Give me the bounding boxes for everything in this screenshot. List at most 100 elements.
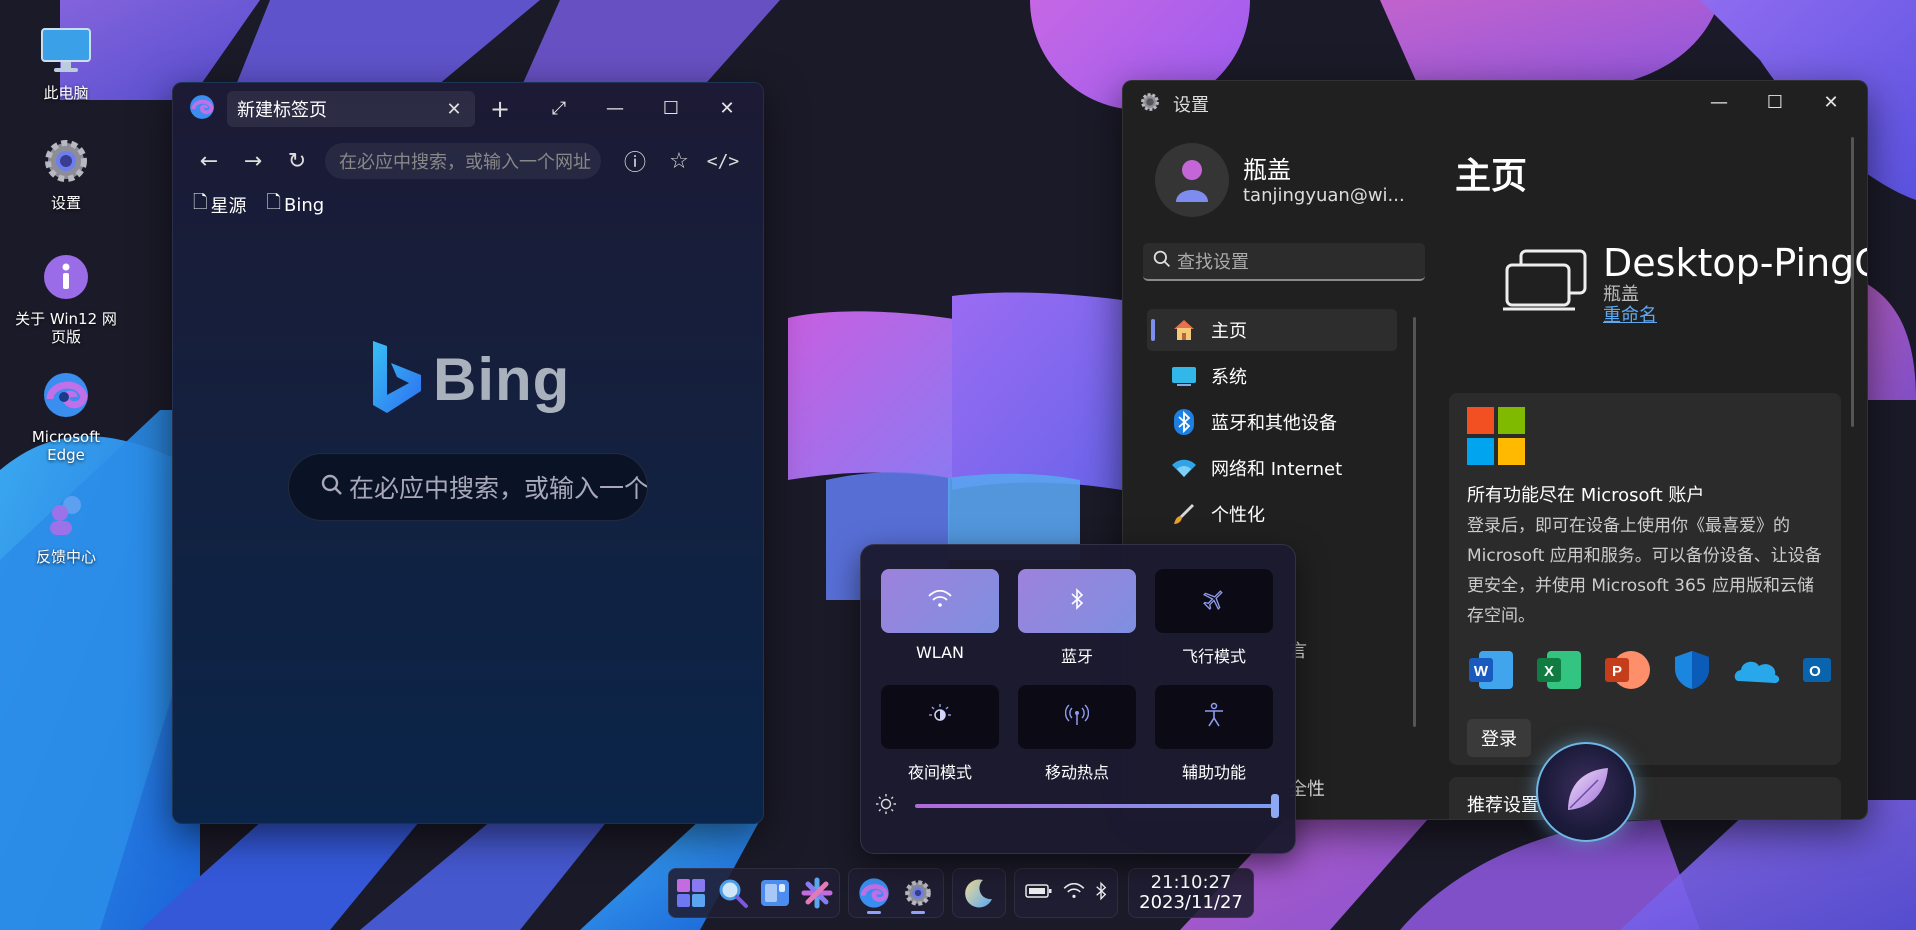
quick-tile-label: WLAN bbox=[915, 643, 964, 662]
nav-item-system[interactable]: 系统 bbox=[1147, 355, 1397, 397]
favorite-link[interactable]: 🗋 星源 bbox=[193, 190, 246, 220]
quick-tile-accessibility: 辅助功能 bbox=[1155, 685, 1273, 783]
bing-wordmark: Bing bbox=[433, 345, 571, 413]
bing-search-box[interactable]: 在必应中搜索，或输入一个网址 bbox=[288, 453, 648, 521]
new-tab-button[interactable]: + bbox=[487, 95, 513, 123]
taskbar-group-apps bbox=[848, 868, 944, 918]
taskbar-group-theme bbox=[952, 868, 1006, 918]
settings-search-input[interactable]: 查找设置 bbox=[1143, 243, 1425, 281]
recommended-settings-card[interactable]: 推荐设置 bbox=[1449, 777, 1841, 819]
taskbar-edge-icon[interactable] bbox=[854, 873, 894, 914]
minimize-button[interactable]: — bbox=[1691, 87, 1747, 117]
quick-settings-panel: WLAN 蓝牙 飞行模式 夜间模式 移动热点 辅助功能 bbox=[860, 544, 1296, 854]
excel-icon: X bbox=[1535, 649, 1583, 695]
nav-item-bluetooth[interactable]: 蓝牙和其他设备 bbox=[1147, 401, 1397, 443]
avatar bbox=[1155, 143, 1229, 217]
desktop-icon-feedback[interactable]: 反馈中心 bbox=[14, 488, 118, 566]
desktop-icon-label: 此电脑 bbox=[43, 84, 89, 102]
search-icon[interactable] bbox=[713, 873, 753, 913]
desktop-icon-label: 反馈中心 bbox=[35, 548, 96, 566]
mobile-hotspot-toggle[interactable] bbox=[1018, 685, 1136, 749]
assistant-orb[interactable] bbox=[1536, 742, 1636, 842]
page-icon: 🗋 bbox=[266, 192, 281, 213]
card-title: 推荐设置 bbox=[1467, 795, 1539, 816]
minimize-button[interactable]: — bbox=[587, 93, 643, 123]
rename-link[interactable]: 重命名 bbox=[1603, 305, 1867, 327]
browser-tab[interactable]: 新建标签页 ✕ bbox=[227, 91, 475, 127]
settings-window-title: 设置 bbox=[1173, 95, 1209, 116]
nav-item-home[interactable]: 主页 bbox=[1147, 309, 1397, 351]
forward-button[interactable]: → bbox=[231, 141, 275, 181]
nav-item-label: 蓝牙和其他设备 bbox=[1211, 413, 1337, 434]
svg-text:O: O bbox=[1809, 663, 1821, 680]
wifi-icon bbox=[1171, 455, 1197, 481]
favorite-star-button[interactable]: ☆ bbox=[657, 141, 701, 181]
bluetooth-icon bbox=[1171, 409, 1197, 435]
card-body: 登录后，即可在设备上使用你《最喜爱》的 Microsoft 应用和服务。可以备份… bbox=[1467, 516, 1822, 626]
devtools-button[interactable]: </> bbox=[701, 141, 745, 181]
quick-tile-label: 夜间模式 bbox=[907, 763, 972, 782]
fullscreen-button[interactable]: ⤢ bbox=[531, 93, 587, 123]
running-indicator bbox=[866, 911, 881, 914]
brush-icon bbox=[1171, 501, 1197, 527]
maximize-button[interactable]: ☐ bbox=[643, 93, 699, 123]
copilot-icon[interactable] bbox=[797, 873, 837, 913]
word-icon: W bbox=[1467, 649, 1515, 695]
quick-tile-night: 夜间模式 bbox=[881, 685, 999, 783]
back-button[interactable]: ← bbox=[187, 141, 231, 181]
airplane-mode-toggle[interactable] bbox=[1155, 569, 1273, 633]
bluetooth-toggle[interactable] bbox=[1018, 569, 1136, 633]
microsoft-logo-icon bbox=[1467, 407, 1525, 469]
home-icon bbox=[1171, 317, 1197, 343]
desktop-icon-edge[interactable]: Microsoft Edge bbox=[14, 368, 118, 464]
computer-icon bbox=[39, 24, 93, 78]
close-button[interactable]: ✕ bbox=[699, 93, 755, 123]
night-mode-toggle[interactable] bbox=[881, 685, 999, 749]
desktop-icon-about[interactable]: 关于 Win12 网页版 bbox=[14, 250, 118, 346]
quick-tile-label: 移动热点 bbox=[1044, 763, 1109, 782]
moon-icon[interactable] bbox=[959, 873, 999, 913]
desktop-icon-this-pc[interactable]: 此电脑 bbox=[14, 24, 118, 102]
login-button[interactable]: 登录 bbox=[1467, 719, 1531, 757]
bluetooth-icon bbox=[1095, 881, 1107, 905]
user-profile[interactable]: 瓶盖 tanjingyuan@wi... bbox=[1155, 143, 1405, 217]
nav-scrollbar[interactable] bbox=[1413, 317, 1416, 727]
nav-item-network[interactable]: 网络和 Internet bbox=[1147, 447, 1397, 489]
taskbar-system-tray[interactable] bbox=[1014, 868, 1118, 918]
search-icon bbox=[321, 473, 343, 502]
device-info: Desktop-PingGai 瓶盖 重命名 bbox=[1503, 241, 1867, 327]
device-name: Desktop-PingGai bbox=[1603, 241, 1867, 285]
maximize-button[interactable]: ☐ bbox=[1747, 87, 1803, 117]
favorite-link[interactable]: 🗋 Bing bbox=[266, 190, 324, 220]
site-info-button[interactable]: ⓘ bbox=[613, 141, 657, 181]
address-placeholder: 在必应中搜索，或输入一个网址 bbox=[339, 152, 591, 173]
nav-item-personalization[interactable]: 个性化 bbox=[1147, 493, 1397, 535]
address-bar[interactable]: 在必应中搜索，或输入一个网址 bbox=[325, 143, 601, 179]
bing-b-icon bbox=[369, 339, 425, 419]
nav-item-label: 主页 bbox=[1211, 321, 1247, 342]
microsoft-account-card: 所有功能尽在 Microsoft 账户 登录后，即可在设备上使用你《最喜爱》的 … bbox=[1449, 393, 1841, 765]
assistant-leaf-icon bbox=[1558, 762, 1614, 822]
widgets-icon[interactable] bbox=[755, 873, 795, 913]
quick-tile-airplane: 飞行模式 bbox=[1155, 569, 1273, 667]
brightness-control bbox=[875, 793, 1279, 819]
taskbar-settings-icon[interactable] bbox=[898, 873, 938, 914]
brightness-slider-thumb[interactable] bbox=[1271, 794, 1279, 818]
taskbar-group-start bbox=[668, 868, 840, 918]
search-icon bbox=[1153, 250, 1171, 273]
page-icon: 🗋 bbox=[193, 192, 208, 213]
taskbar-clock[interactable]: 21:10:27 2023/11/27 bbox=[1128, 868, 1254, 918]
bluetooth-icon bbox=[1070, 588, 1084, 614]
refresh-button[interactable]: ↻ bbox=[275, 141, 319, 181]
desktop-icon-settings[interactable]: 设置 bbox=[14, 134, 118, 212]
user-email: tanjingyuan@wi... bbox=[1243, 184, 1405, 206]
close-button[interactable]: ✕ bbox=[1803, 87, 1859, 117]
brightness-slider[interactable] bbox=[915, 794, 1279, 818]
wlan-toggle[interactable] bbox=[881, 569, 999, 633]
accessibility-toggle[interactable] bbox=[1155, 685, 1273, 749]
desktop-icon-label: Microsoft Edge bbox=[31, 428, 101, 464]
start-menu-icon[interactable] bbox=[671, 873, 711, 913]
info-icon bbox=[39, 250, 93, 304]
tab-close-icon[interactable]: ✕ bbox=[443, 99, 465, 120]
monitor-icon bbox=[1171, 363, 1197, 389]
